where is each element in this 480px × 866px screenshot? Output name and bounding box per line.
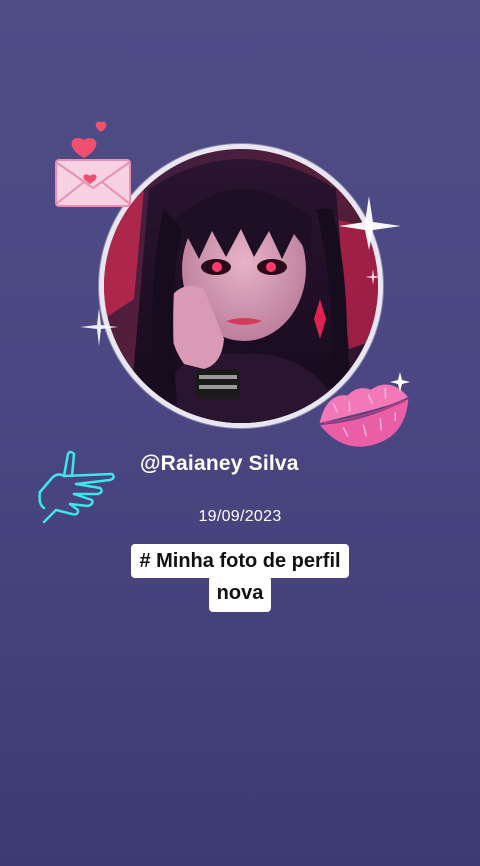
sparkle-icon	[365, 269, 381, 285]
caption: # Minha foto de perfil nova	[118, 544, 362, 612]
caption-line-1: # Minha foto de perfil	[131, 544, 349, 578]
caption-line-2: nova	[208, 576, 272, 612]
kiss-lips-icon	[319, 372, 410, 447]
story-screen: @Raianey Silva 19/09/2023 # Minha foto d…	[0, 0, 480, 866]
post-date: 19/09/2023	[198, 508, 282, 525]
username-label: @Raianey Silva	[140, 452, 299, 475]
sparkle-icon	[80, 308, 118, 346]
love-letter-icon	[55, 121, 131, 207]
sparkle-icon	[339, 196, 401, 250]
pointing-hand-icon	[38, 450, 115, 524]
